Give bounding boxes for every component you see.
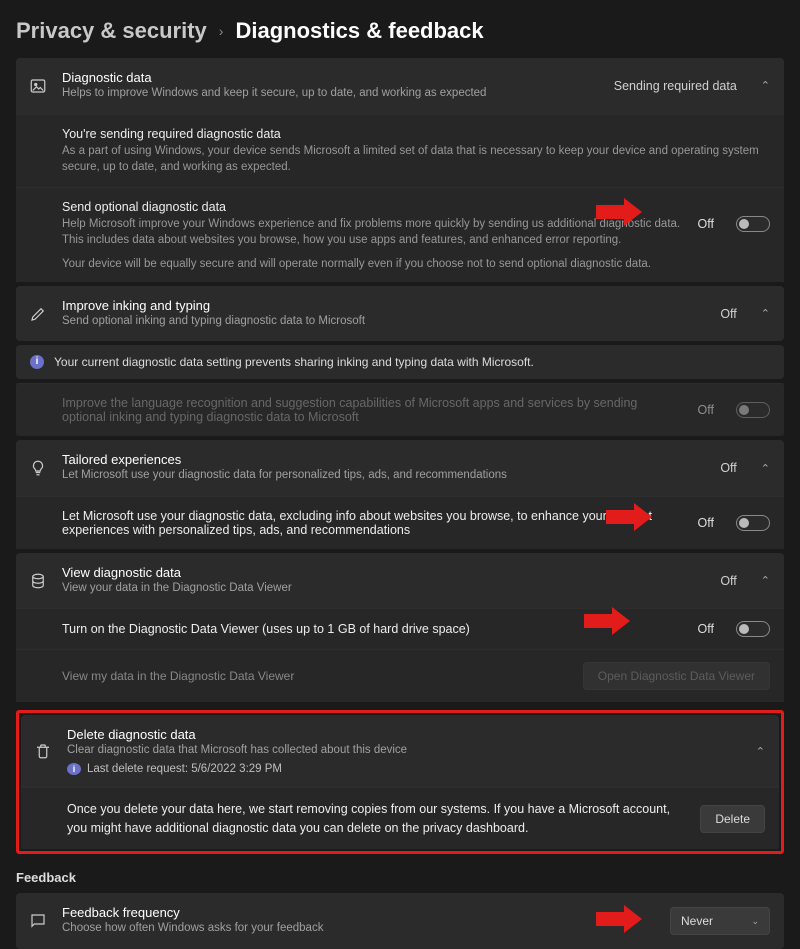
- optional-diag-toggle[interactable]: [736, 216, 770, 232]
- tailored-sub-panel: Let Microsoft use your diagnostic data, …: [16, 496, 784, 549]
- view-diag-sub-desc: Turn on the Diagnostic Data Viewer (uses…: [62, 622, 684, 636]
- inking-info-bar: i Your current diagnostic data setting p…: [16, 345, 784, 379]
- diagnostic-data-header[interactable]: Diagnostic data Helps to improve Windows…: [16, 58, 784, 114]
- chevron-up-icon: ⌃: [761, 462, 770, 475]
- feedback-frequency-value: Never: [681, 914, 713, 928]
- inking-sub-panel: Improve the language recognition and sug…: [16, 383, 784, 436]
- required-diagnostic-panel: You're sending required diagnostic data …: [16, 114, 784, 187]
- chevron-up-icon: ⌃: [756, 745, 765, 758]
- view-diag-sub-state: Off: [698, 622, 714, 636]
- tailored-subtitle: Let Microsoft use your diagnostic data f…: [62, 468, 706, 484]
- view-diag-title: View diagnostic data: [62, 565, 706, 580]
- page-title: Diagnostics & feedback: [235, 18, 483, 44]
- inking-title: Improve inking and typing: [62, 298, 706, 313]
- open-diag-viewer-button: Open Diagnostic Data Viewer: [583, 662, 770, 690]
- inking-state: Off: [720, 307, 736, 321]
- delete-diag-title: Delete diagnostic data: [67, 727, 742, 742]
- data-icon: [28, 572, 48, 590]
- delete-diag-card: Delete diagnostic data Clear diagnostic …: [21, 715, 779, 849]
- inking-typing-card: Improve inking and typing Send optional …: [16, 286, 784, 342]
- breadcrumb: Privacy & security › Diagnostics & feedb…: [0, 0, 800, 58]
- tailored-sub-state: Off: [698, 516, 714, 530]
- view-diag-header[interactable]: View diagnostic data View your data in t…: [16, 553, 784, 609]
- image-icon: [28, 77, 48, 95]
- feedback-frequency-dropdown[interactable]: Never ⌄: [670, 907, 770, 935]
- delete-diag-panel: Once you delete your data here, we start…: [21, 787, 779, 850]
- chevron-up-icon: ⌃: [761, 79, 770, 92]
- trash-icon: [33, 742, 53, 760]
- feedback-frequency-card: Feedback frequency Choose how often Wind…: [16, 893, 784, 949]
- last-delete-row: i Last delete request: 5/6/2022 3:29 PM: [67, 763, 742, 775]
- optional-diag-title: Send optional diagnostic data: [62, 200, 684, 214]
- optional-diagnostic-panel: Send optional diagnostic data Help Micro…: [16, 187, 784, 282]
- view-diag-sub-panel: Turn on the Diagnostic Data Viewer (uses…: [16, 608, 784, 649]
- diagnostic-data-card: Diagnostic data Helps to improve Windows…: [16, 58, 784, 282]
- tailored-sub-toggle[interactable]: [736, 515, 770, 531]
- view-diag-state: Off: [720, 574, 736, 588]
- inking-sub-state: Off: [698, 403, 714, 417]
- inking-info-text: Your current diagnostic data setting pre…: [54, 355, 534, 369]
- required-diag-title: You're sending required diagnostic data: [62, 127, 770, 141]
- view-diag-subtitle: View your data in the Diagnostic Data Vi…: [62, 581, 706, 597]
- inking-subtitle: Send optional inking and typing diagnost…: [62, 314, 706, 330]
- inking-typing-header[interactable]: Improve inking and typing Send optional …: [16, 286, 784, 342]
- pen-icon: [28, 305, 48, 323]
- tailored-header[interactable]: Tailored experiences Let Microsoft use y…: [16, 440, 784, 496]
- required-diag-desc: As a part of using Windows, your device …: [62, 143, 770, 175]
- tailored-title: Tailored experiences: [62, 452, 706, 467]
- delete-diag-subtitle: Clear diagnostic data that Microsoft has…: [67, 743, 742, 759]
- chevron-up-icon: ⌃: [761, 307, 770, 320]
- chevron-right-icon: ›: [219, 23, 224, 39]
- tailored-card: Tailored experiences Let Microsoft use y…: [16, 440, 784, 549]
- inking-sub-desc: Improve the language recognition and sug…: [62, 396, 684, 424]
- chevron-up-icon: ⌃: [761, 574, 770, 587]
- feedback-icon: [28, 912, 48, 930]
- optional-diag-desc: Help Microsoft improve your Windows expe…: [62, 216, 684, 248]
- info-icon: i: [30, 355, 44, 369]
- optional-diag-note: Your device will be equally secure and w…: [62, 258, 770, 270]
- feedback-subtitle: Choose how often Windows asks for your f…: [62, 921, 656, 937]
- delete-diag-header[interactable]: Delete diagnostic data Clear diagnostic …: [21, 715, 779, 787]
- breadcrumb-parent[interactable]: Privacy & security: [16, 18, 207, 44]
- inking-sub-toggle: [736, 402, 770, 418]
- view-diag-card: View diagnostic data View your data in t…: [16, 553, 784, 703]
- last-delete-label: Last delete request: 5/6/2022 3:29 PM: [87, 763, 282, 775]
- inking-sub-card: Improve the language recognition and sug…: [16, 383, 784, 436]
- view-diag-actions: View my data in the Diagnostic Data View…: [16, 649, 784, 702]
- chevron-down-icon: ⌄: [751, 916, 759, 927]
- diagnostic-data-title: Diagnostic data: [62, 70, 600, 85]
- lightbulb-icon: [28, 459, 48, 477]
- feedback-title: Feedback frequency: [62, 905, 656, 920]
- tailored-state: Off: [720, 461, 736, 475]
- delete-diag-highlight: Delete diagnostic data Clear diagnostic …: [16, 710, 784, 854]
- diagnostic-data-status: Sending required data: [614, 79, 737, 93]
- delete-diag-desc: Once you delete your data here, we start…: [67, 800, 686, 838]
- tailored-sub-desc: Let Microsoft use your diagnostic data, …: [62, 509, 684, 537]
- view-diag-link: View my data in the Diagnostic Data View…: [62, 669, 294, 683]
- delete-button[interactable]: Delete: [700, 805, 765, 833]
- optional-diag-state: Off: [698, 217, 714, 231]
- feedback-frequency-header[interactable]: Feedback frequency Choose how often Wind…: [16, 893, 784, 949]
- info-icon: i: [67, 763, 81, 775]
- view-diag-toggle[interactable]: [736, 621, 770, 637]
- feedback-section-label: Feedback: [0, 864, 800, 893]
- diagnostic-data-subtitle: Helps to improve Windows and keep it sec…: [62, 86, 600, 102]
